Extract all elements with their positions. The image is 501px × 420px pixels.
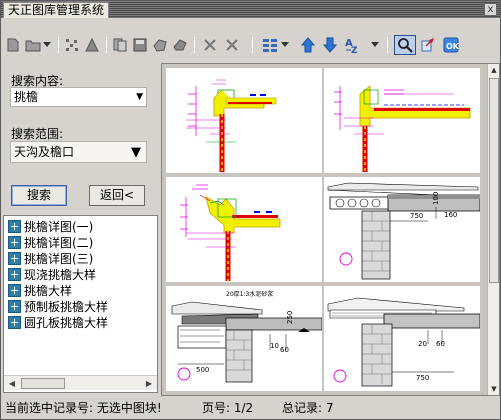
title-bar: 天正图库管理系统 x xyxy=(1,1,500,18)
note-label: 20厚1:3水泥砂浆 xyxy=(226,290,273,298)
library-window: 天正图库管理系统 x A Z OK 搜索内容: 挑檐 ▼ 搜索范围: 天沟及檐口… xyxy=(0,0,501,420)
search-content-value: 挑檐 xyxy=(14,90,39,104)
toolbar-separator xyxy=(252,37,253,53)
preview-thumbnail[interactable] xyxy=(324,68,480,173)
scroll-right-icon[interactable]: ▶ xyxy=(142,377,156,390)
list-item[interactable]: 预制板挑檐大样 xyxy=(8,298,108,314)
new-page-icon[interactable] xyxy=(4,36,22,54)
sort-dropdown-icon[interactable] xyxy=(370,36,380,54)
scroll-thumb[interactable] xyxy=(489,78,499,283)
search-scope-label: 搜索范围: xyxy=(11,127,64,141)
move-down-icon[interactable] xyxy=(321,36,339,54)
horizontal-scrollbar[interactable]: ◀ ▶ xyxy=(4,375,157,390)
toolbar-separator xyxy=(106,37,107,53)
scatter-icon[interactable] xyxy=(63,36,81,54)
dim-label: 60 xyxy=(436,340,445,348)
status-bar: 当前选中记录号: 无选中图块! 页号: 1/2 总记录: 7 xyxy=(1,399,500,419)
dim-label: 250 xyxy=(286,311,294,324)
block-icon xyxy=(8,299,21,313)
preview-thumbnail[interactable]: 20厚1:3水泥砂浆 250 10 60 500 xyxy=(166,286,323,391)
preview-thumbnail[interactable] xyxy=(166,177,322,282)
search-button[interactable]: 搜索 xyxy=(11,185,67,206)
preview-thumbnail[interactable]: 20 60 750 xyxy=(324,286,481,391)
dim-label: 160 xyxy=(444,211,457,219)
list-item[interactable]: 现浇挑檐大样 xyxy=(8,266,96,282)
insert-icon[interactable] xyxy=(419,36,437,54)
dim-label: 100 xyxy=(432,192,440,205)
block-icon xyxy=(8,315,21,329)
toolbar-separator xyxy=(58,37,59,53)
triangle-icon[interactable] xyxy=(83,36,101,54)
list-item-label: 挑檐详图(二) xyxy=(24,235,94,250)
dropdown-arrow-icon[interactable] xyxy=(42,36,52,54)
list-item-label: 现浇挑檐大样 xyxy=(24,267,97,282)
dim-label: 60 xyxy=(280,346,289,354)
status-total: 总记录: 7 xyxy=(282,401,334,415)
svg-text:OK: OK xyxy=(446,42,459,51)
block-icon xyxy=(8,251,21,265)
preview-thumbnail[interactable] xyxy=(166,68,322,173)
toolbar: AZ OK xyxy=(1,32,500,60)
dim-label: 10 xyxy=(270,342,279,350)
preview-grid: 750 100 160 20厚1:3水泥砂浆 250 10 60 500 20 … xyxy=(161,63,500,396)
block-icon xyxy=(8,283,21,297)
dim-label: 20 xyxy=(418,340,427,348)
vertical-scrollbar[interactable]: ▲ ▼ xyxy=(487,64,499,395)
result-list: 挑檐详图(一) 挑檐详图(二) 挑檐详图(三) 现浇挑檐大样 挑檐大样 预制板挑… xyxy=(3,215,158,393)
list-item[interactable]: 挑檐详图(一) xyxy=(8,218,93,234)
toolbar-separator xyxy=(194,37,195,53)
redefine-block-icon[interactable] xyxy=(151,36,169,54)
chevron-down-icon[interactable]: ▼ xyxy=(131,143,141,163)
svg-text:Z: Z xyxy=(351,46,358,54)
sort-az-icon[interactable]: AZ xyxy=(344,36,362,54)
list-item[interactable]: 挑檐详图(三) xyxy=(8,250,93,266)
list-item[interactable]: 圆孔板挑檐大样 xyxy=(8,314,108,330)
delete-x2-icon[interactable] xyxy=(223,36,241,54)
chevron-down-icon[interactable]: ▼ xyxy=(136,88,143,106)
move-up-icon[interactable] xyxy=(299,36,317,54)
back-button[interactable]: 返回< xyxy=(89,185,145,206)
view-dropdown-icon[interactable] xyxy=(280,36,290,54)
status-current-record: 当前选中记录号: 无选中图块! xyxy=(5,401,162,415)
status-page: 页号: 1/2 xyxy=(202,401,254,415)
scroll-down-icon[interactable]: ▼ xyxy=(488,383,500,395)
block-icon xyxy=(8,219,21,233)
ok-icon[interactable]: OK xyxy=(442,36,460,54)
list-item[interactable]: 挑檐大样 xyxy=(8,282,72,298)
dim-label: 500 xyxy=(196,366,209,374)
toolbar-separator xyxy=(387,37,388,53)
list-item[interactable]: 挑檐详图(二) xyxy=(8,234,93,250)
block-icon xyxy=(8,267,21,281)
search-panel: 搜索内容: 挑檐 ▼ 搜索范围: 天沟及檐口 ▼ 搜索 返回< xyxy=(3,67,159,215)
preview-thumbnail[interactable]: 750 100 160 xyxy=(324,177,481,282)
list-item-label: 挑檐详图(一) xyxy=(24,219,94,234)
list-item-label: 预制板挑檐大样 xyxy=(24,299,109,314)
dim-label: 750 xyxy=(410,212,423,220)
dim-label: 750 xyxy=(416,374,429,382)
list-item-label: 挑檐大样 xyxy=(24,283,73,298)
block-icon xyxy=(8,235,21,249)
search-scope-value: 天沟及檐口 xyxy=(14,145,75,159)
redefine-block2-icon[interactable] xyxy=(171,36,189,54)
window-title: 天正图库管理系统 xyxy=(3,2,110,18)
scroll-left-icon[interactable]: ◀ xyxy=(5,377,19,390)
scroll-thumb[interactable] xyxy=(21,378,65,389)
search-scope-select[interactable]: 天沟及檐口 ▼ xyxy=(10,141,147,163)
search-icon[interactable] xyxy=(394,35,416,55)
list-item-label: 圆孔板挑檐大样 xyxy=(24,315,109,330)
folder-icon[interactable] xyxy=(24,36,42,54)
scroll-up-icon[interactable]: ▲ xyxy=(488,64,500,76)
list-item-label: 挑檐详图(三) xyxy=(24,251,94,266)
search-content-input[interactable]: 挑檐 ▼ xyxy=(10,87,147,107)
delete-x-icon[interactable] xyxy=(201,36,219,54)
close-icon[interactable]: x xyxy=(484,3,497,16)
copy-block-icon[interactable] xyxy=(111,36,129,54)
view-grid-icon[interactable] xyxy=(261,36,279,54)
save-block-icon[interactable] xyxy=(131,36,149,54)
